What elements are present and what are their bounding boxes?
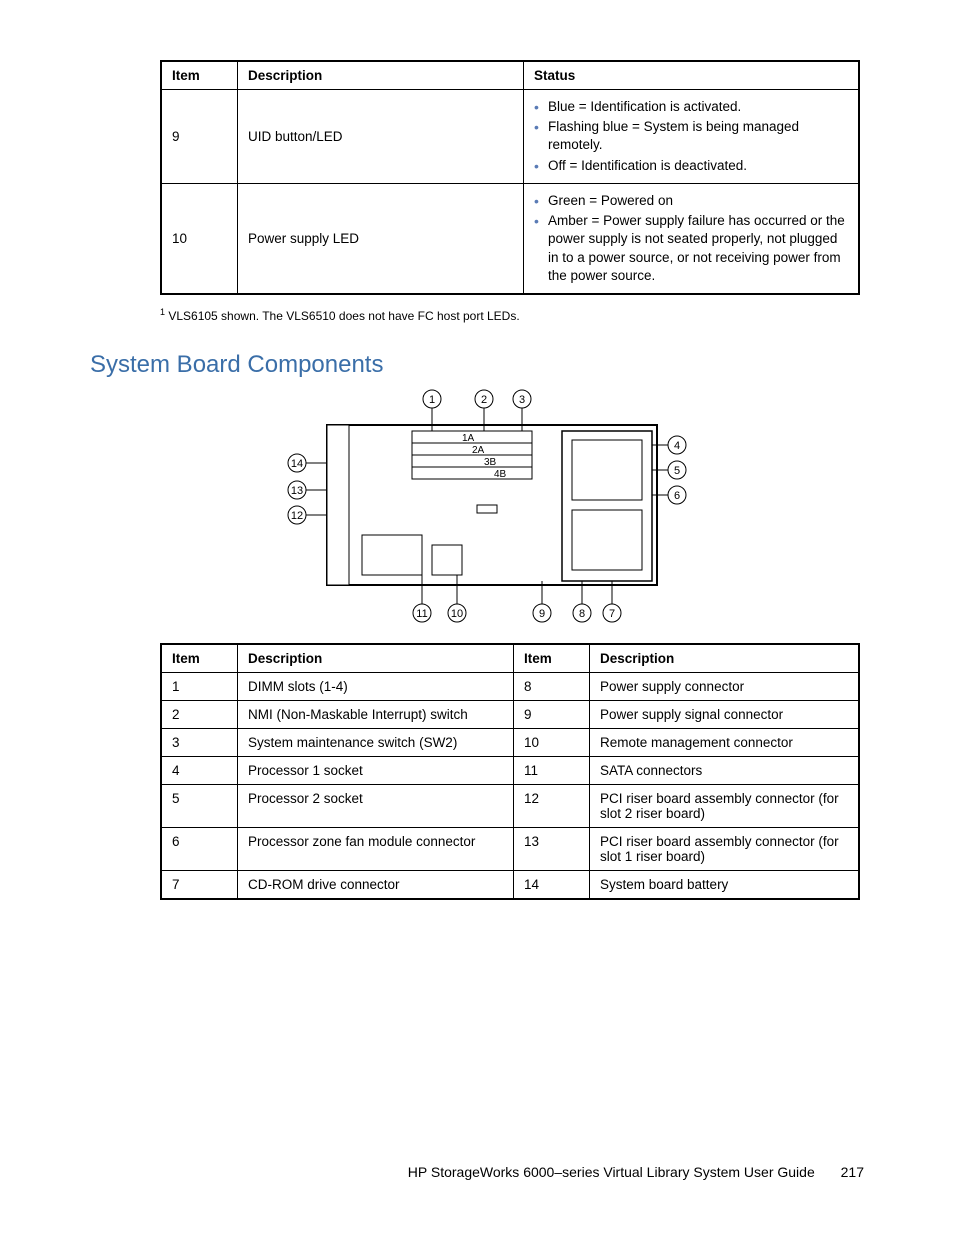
cell-description: Processor zone fan module connector [238,827,514,870]
dimm-label: 3B [484,457,497,468]
cell-item: 10 [161,183,238,294]
table-row: 5Processor 2 socket12PCI riser board ass… [161,784,859,827]
svg-text:5: 5 [674,465,680,477]
footer-title: HP StorageWorks 6000–series Virtual Libr… [408,1164,815,1180]
svg-text:11: 11 [416,608,427,620]
cell-item: 13 [514,827,590,870]
callout: 13 [288,481,327,499]
cell-description: Power supply LED [238,183,524,294]
cell-item: 4 [161,756,238,784]
page-footer: HP StorageWorks 6000–series Virtual Libr… [408,1164,864,1180]
cell-description: Remote management connector [590,728,860,756]
svg-text:2: 2 [481,394,487,406]
table-row: 10 Power supply LED Green = Powered on A… [161,183,859,294]
cell-item: 10 [514,728,590,756]
dimm-label: 2A [472,445,485,456]
cell-item: 5 [161,784,238,827]
cell-description: CD-ROM drive connector [238,870,514,899]
status-item: Blue = Identification is activated. [534,98,848,116]
col-status: Status [524,61,860,90]
table-row: 9 UID button/LED Blue = Identification i… [161,90,859,184]
cell-item: 3 [161,728,238,756]
svg-text:1: 1 [429,394,435,406]
table-row: 1DIMM slots (1-4)8Power supply connector [161,672,859,700]
callout: 7 [603,581,621,622]
svg-text:14: 14 [291,458,303,470]
status-item: Amber = Power supply failure has occurre… [534,212,848,285]
col-description: Description [590,644,860,673]
col-item: Item [161,644,238,673]
cell-item: 11 [514,756,590,784]
cell-description: SATA connectors [590,756,860,784]
cell-item: 6 [161,827,238,870]
status-item: Green = Powered on [534,192,848,210]
table-row: 7CD-ROM drive connector14System board ba… [161,870,859,899]
svg-text:6: 6 [674,490,680,502]
svg-text:8: 8 [579,608,585,620]
table-row: 2NMI (Non-Maskable Interrupt) switch9Pow… [161,700,859,728]
cell-item: 14 [514,870,590,899]
cell-item: 1 [161,672,238,700]
cell-item: 2 [161,700,238,728]
cell-item: 9 [514,700,590,728]
cell-item: 7 [161,870,238,899]
col-description: Description [238,644,514,673]
section-heading: System Board Components [90,351,864,379]
status-item: Flashing blue = System is being managed … [534,118,848,154]
col-item: Item [514,644,590,673]
dimm-label: 4B [494,469,507,480]
cell-description: PCI riser board assembly connector (for … [590,784,860,827]
dimm-label: 1A [462,433,475,444]
table-row: 4Processor 1 socket11SATA connectors [161,756,859,784]
cell-item: 8 [514,672,590,700]
callout: 14 [288,454,327,472]
callout: 9 [533,581,551,622]
cell-status: Green = Powered on Amber = Power supply … [524,183,860,294]
svg-text:13: 13 [291,485,303,497]
cell-description: UID button/LED [238,90,524,184]
svg-text:7: 7 [609,608,615,620]
cell-description: System maintenance switch (SW2) [238,728,514,756]
components-table: Item Description Item Description 1DIMM … [160,643,860,900]
cell-item: 12 [514,784,590,827]
cell-status: Blue = Identification is activated. Flas… [524,90,860,184]
callout: 12 [288,506,327,524]
footer-page-number: 217 [841,1164,864,1180]
cell-description: Processor 2 socket [238,784,514,827]
svg-text:9: 9 [539,608,545,620]
svg-text:4: 4 [674,440,680,452]
cell-description: Power supply signal connector [590,700,860,728]
cell-description: Processor 1 socket [238,756,514,784]
table-row: 6Processor zone fan module connector13PC… [161,827,859,870]
cell-item: 9 [161,90,238,184]
callout: 8 [573,581,591,622]
cell-description: System board battery [590,870,860,899]
cell-description: DIMM slots (1-4) [238,672,514,700]
cell-description: NMI (Non-Maskable Interrupt) switch [238,700,514,728]
cell-description: PCI riser board assembly connector (for … [590,827,860,870]
svg-text:3: 3 [519,394,525,406]
status-item: Off = Identification is deactivated. [534,157,848,175]
svg-text:10: 10 [451,608,463,620]
col-item: Item [161,61,238,90]
status-table: Item Description Status 9 UID button/LED… [160,60,860,295]
table-row: 3System maintenance switch (SW2)10Remote… [161,728,859,756]
svg-text:12: 12 [291,510,303,522]
footnote-text: VLS6105 shown. The VLS6510 does not have… [165,309,520,323]
cell-description: Power supply connector [590,672,860,700]
system-board-diagram: 1A 2A 3B 4B 1 2 3 4 5 6 7 8 9 10 11 12 1… [262,385,692,625]
col-description: Description [238,61,524,90]
footnote: 1 VLS6105 shown. The VLS6510 does not ha… [160,307,864,323]
